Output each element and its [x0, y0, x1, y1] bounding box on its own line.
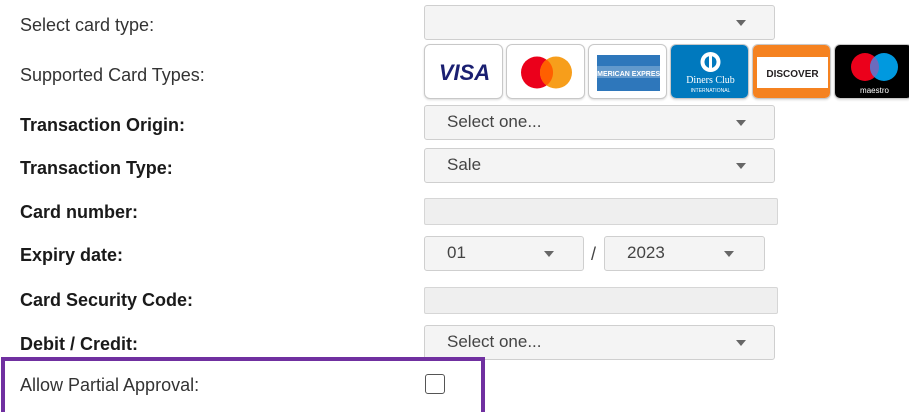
discover-card-logo: DISCOVER: [752, 44, 831, 99]
mastercard-card-logo: [506, 44, 585, 99]
diners-text: Diners Club: [686, 75, 735, 86]
expiry-year-select[interactable]: 2023: [604, 236, 765, 271]
chevron-down-icon: [736, 20, 746, 26]
expiry-year-value: 2023: [627, 243, 665, 262]
diners-club-card-logo: Diners Club INTERNATIONAL: [670, 44, 749, 99]
card-security-code-input[interactable]: [424, 287, 778, 314]
debit-credit-label: Debit / Credit:: [20, 334, 139, 354]
transaction-type-label: Transaction Type:: [20, 158, 173, 178]
diners-subtext: INTERNATIONAL: [691, 88, 731, 94]
card-type-select[interactable]: [424, 5, 775, 40]
expiry-month-select[interactable]: 01: [424, 236, 584, 271]
amex-text: AMERICAN EXPRESS: [592, 71, 665, 78]
maestro-text: maestro: [860, 86, 889, 95]
chevron-down-icon: [544, 251, 554, 257]
transaction-type-value: Sale: [447, 155, 482, 174]
expiry-separator: /: [591, 244, 597, 264]
expiry-date-label: Expiry date:: [20, 245, 124, 265]
debit-credit-value: Select one...: [447, 332, 542, 351]
visa-text: VISA: [439, 60, 490, 85]
transaction-origin-label: Transaction Origin:: [20, 115, 186, 135]
card-number-input[interactable]: [424, 198, 778, 225]
card-number-label: Card number:: [20, 202, 139, 222]
expiry-month-value: 01: [447, 243, 466, 262]
visa-card-logo: VISA: [424, 44, 503, 99]
transaction-type-select[interactable]: Sale: [424, 148, 775, 183]
allow-partial-approval-checkbox[interactable]: [425, 374, 445, 394]
debit-credit-select[interactable]: Select one...: [424, 325, 775, 360]
partial-approval-highlight: [1, 357, 485, 412]
card-type-label: Select card type:: [20, 15, 155, 35]
chevron-down-icon: [736, 340, 746, 346]
transaction-origin-select[interactable]: Select one...: [424, 105, 775, 140]
chevron-down-icon: [736, 120, 746, 126]
maestro-card-logo: maestro: [834, 44, 909, 99]
discover-text: DISCOVER: [766, 69, 819, 80]
chevron-down-icon: [736, 163, 746, 169]
supported-card-types-label: Supported Card Types:: [20, 65, 205, 85]
chevron-down-icon: [724, 251, 734, 257]
card-security-code-label: Card Security Code:: [20, 290, 194, 310]
amex-card-logo: AMERICAN EXPRESS: [588, 44, 667, 99]
transaction-origin-value: Select one...: [447, 112, 542, 131]
